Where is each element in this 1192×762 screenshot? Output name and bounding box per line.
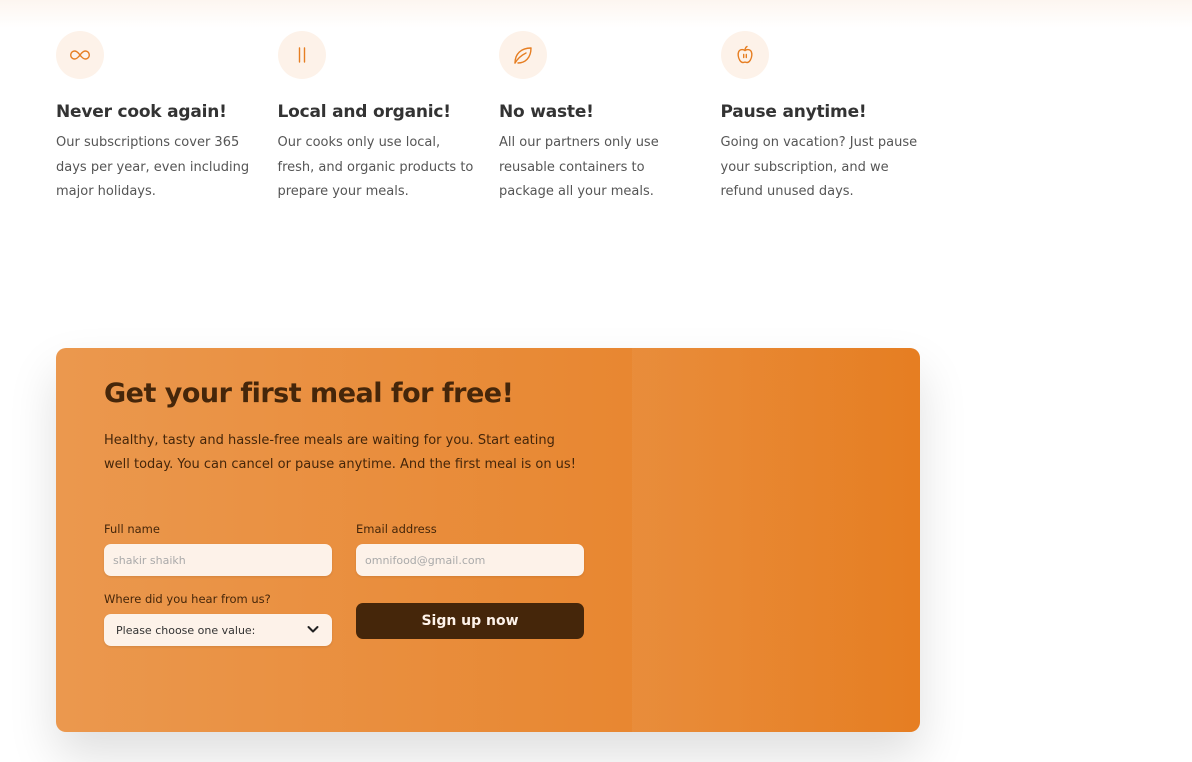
email-placeholder: omnifood@gmail.com bbox=[365, 553, 486, 567]
feature-no-waste: No waste! All our partners only use reus… bbox=[499, 31, 721, 205]
cta-section: Get your first meal for free! Healthy, t… bbox=[56, 348, 920, 732]
source-label: Where did you hear from us? bbox=[104, 592, 271, 606]
pause-icon bbox=[277, 31, 326, 79]
source-select[interactable]: Please choose one value: bbox=[104, 614, 332, 646]
top-fade bbox=[0, 0, 1192, 28]
features-section: Never cook again! Our subscriptions cove… bbox=[56, 31, 942, 205]
cta-image-box bbox=[632, 348, 920, 732]
email-label: Email address bbox=[356, 522, 437, 536]
feature-text: Going on vacation? Just pause your subsc… bbox=[720, 135, 918, 199]
signup-form: Full name shakir shaikh Email address om… bbox=[104, 522, 584, 646]
feature-text: All our partners only use reusable conta… bbox=[499, 135, 659, 199]
feature-title: Local and organic! bbox=[277, 102, 452, 122]
submit-cell: Sign up now bbox=[356, 592, 584, 646]
full-name-label: Full name bbox=[104, 522, 160, 536]
chevron-down-icon bbox=[306, 622, 320, 639]
cta-text-box: Get your first meal for free! Healthy, t… bbox=[104, 378, 584, 477]
cta-description: Healthy, tasty and hassle-free meals are… bbox=[104, 433, 576, 472]
leaf-icon bbox=[499, 31, 547, 79]
email-input[interactable]: omnifood@gmail.com bbox=[356, 544, 584, 576]
infinity-icon bbox=[56, 31, 104, 79]
full-name-input[interactable]: shakir shaikh bbox=[104, 544, 332, 576]
feature-local-organic: Local and organic! Our cooks only use lo… bbox=[277, 31, 500, 205]
feature-text: Our cooks only use local, fresh, and org… bbox=[277, 135, 474, 199]
sign-up-button[interactable]: Sign up now bbox=[356, 603, 584, 639]
feature-title: Never cook again! bbox=[56, 102, 227, 122]
feature-pause-anytime: Pause anytime! Going on vacation? Just p… bbox=[720, 31, 943, 205]
apple-icon bbox=[720, 31, 769, 79]
feature-text: Our subscriptions cover 365 days per yea… bbox=[56, 135, 250, 199]
email-group: Email address omnifood@gmail.com bbox=[356, 522, 584, 576]
cta-heading: Get your first meal for free! bbox=[104, 378, 514, 409]
feature-title: No waste! bbox=[499, 102, 594, 122]
source-selected-value: Please choose one value: bbox=[116, 623, 256, 637]
full-name-group: Full name shakir shaikh bbox=[104, 522, 332, 576]
source-group: Where did you hear from us? Please choos… bbox=[104, 592, 332, 646]
full-name-placeholder: shakir shaikh bbox=[113, 553, 186, 567]
feature-title: Pause anytime! bbox=[720, 102, 867, 122]
feature-never-cook: Never cook again! Our subscriptions cove… bbox=[56, 31, 278, 205]
